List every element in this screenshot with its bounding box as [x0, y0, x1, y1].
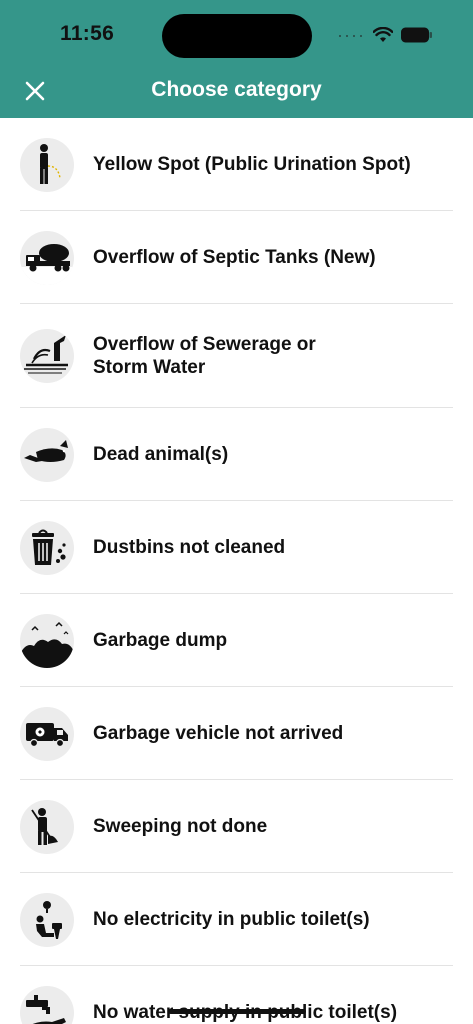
- home-indicator[interactable]: [168, 1009, 306, 1014]
- urination-icon: [20, 137, 74, 192]
- battery-icon: [401, 27, 432, 43]
- category-label: Garbage dump: [93, 630, 228, 651]
- category-label: Dustbins not cleaned: [93, 537, 286, 558]
- category-label: No electricity in public toilet(s): [93, 909, 370, 930]
- status-bar: 11:56 ····: [0, 0, 473, 62]
- category-item-no-water[interactable]: No water supply in public toilet(s): [0, 966, 473, 1024]
- category-item-dead-animal[interactable]: Dead animal(s): [0, 408, 473, 501]
- category-label: Overflow of Septic Tanks (New): [93, 247, 376, 268]
- dynamic-island: [162, 14, 312, 58]
- category-label: Sweeping not done: [93, 816, 268, 837]
- septic-tank-truck-icon: [20, 230, 74, 285]
- category-item-sweeping[interactable]: Sweeping not done: [0, 780, 473, 873]
- sweeper-icon: [20, 799, 74, 854]
- category-item-septic-tanks[interactable]: Overflow of Septic Tanks (New): [0, 211, 473, 304]
- page-title: Choose category: [151, 78, 322, 101]
- status-time: 11:56: [60, 22, 115, 45]
- category-label: Overflow of Sewerage or Storm Water: [93, 334, 316, 378]
- category-item-garbage-vehicle[interactable]: Garbage vehicle not arrived: [0, 687, 473, 780]
- category-item-sewerage-overflow[interactable]: Overflow of Sewerage or Storm Water: [0, 304, 473, 408]
- category-item-yellow-spot[interactable]: Yellow Spot (Public Urination Spot): [0, 118, 473, 211]
- dead-animal-icon: [20, 427, 74, 482]
- title-row: Choose category: [0, 70, 473, 114]
- dustbin-icon: [20, 520, 74, 575]
- garbage-vehicle-icon: [20, 706, 74, 761]
- app-header: 11:56 ···· Choose category: [0, 0, 473, 118]
- status-indicators: ····: [337, 26, 433, 44]
- category-label: Dead animal(s): [93, 444, 229, 465]
- cellular-dots-icon: ····: [337, 25, 365, 45]
- category-label: Yellow Spot (Public Urination Spot): [93, 154, 411, 175]
- garbage-dump-icon: [20, 613, 74, 668]
- category-item-no-electricity[interactable]: No electricity in public toilet(s): [0, 873, 473, 966]
- sewerage-overflow-icon: [20, 329, 74, 383]
- category-list: Yellow Spot (Public Urination Spot) Over…: [0, 118, 473, 1024]
- wifi-icon: [373, 27, 393, 42]
- category-item-dustbins[interactable]: Dustbins not cleaned: [0, 501, 473, 594]
- category-label: Garbage vehicle not arrived: [93, 723, 344, 744]
- category-item-garbage-dump[interactable]: Garbage dump: [0, 594, 473, 687]
- no-electricity-toilet-icon: [20, 892, 74, 947]
- no-water-tap-icon: [20, 985, 74, 1024]
